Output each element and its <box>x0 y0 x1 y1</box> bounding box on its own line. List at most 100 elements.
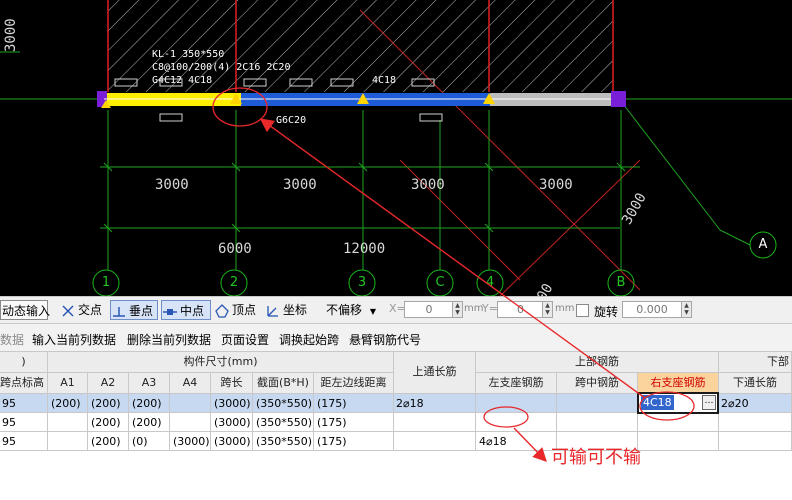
vertex-icon <box>214 303 230 319</box>
rotate-angle-input[interactable]: 0.000 <box>622 301 682 318</box>
vertex-label: 顶点 <box>232 303 257 317</box>
axis-label-1: 1 <box>101 275 111 290</box>
row2-mid-span[interactable] <box>557 413 638 432</box>
header-bottom-rebar-group: 下部 <box>719 352 792 373</box>
row3-elevation[interactable]: 95 <box>0 432 48 451</box>
span-dim-2: 3000 <box>283 177 317 193</box>
beam-label-line-2: C8@100/200(4) 2C16 2C20 <box>152 62 291 73</box>
row2-a3[interactable]: (200) <box>129 413 170 432</box>
row1-offset[interactable]: (175) <box>314 394 394 413</box>
row3-a3[interactable]: (0) <box>129 432 170 451</box>
perpendicular-icon <box>111 304 127 320</box>
row1-a2[interactable]: (200) <box>88 394 129 413</box>
annotation-note: 可输可不输 <box>551 447 641 468</box>
x-coordinate-input[interactable]: 0 <box>404 301 454 318</box>
row1-left-support[interactable] <box>476 394 557 413</box>
intersection-snap-button[interactable]: 交点 <box>60 300 108 320</box>
row2-a2[interactable]: (200) <box>88 413 129 432</box>
row1-a1[interactable]: (200) <box>48 394 88 413</box>
cad-canvas[interactable] <box>0 0 792 296</box>
row3-bottom-through[interactable] <box>719 432 792 451</box>
row1-a3[interactable]: (200) <box>129 394 170 413</box>
rotate-checkbox[interactable] <box>576 304 589 317</box>
offset-select[interactable]: 不偏移 ▼ <box>322 300 382 320</box>
vertex-snap-button[interactable]: 顶点 <box>214 300 262 320</box>
row2-elevation[interactable]: 95 <box>0 413 48 432</box>
row1-elevation[interactable]: 95 <box>0 394 48 413</box>
row2-section[interactable]: (350*550) <box>253 413 314 432</box>
header-top-through-rebar: 上通长筋 <box>394 352 476 394</box>
row2-span[interactable]: (3000) <box>211 413 253 432</box>
dynamic-input-button[interactable]: 动态输入 <box>0 300 50 320</box>
menu-delete-current-column[interactable]: 删除当前列数据 <box>127 331 211 348</box>
header-span-length: 跨长 <box>211 373 253 394</box>
perpendicular-snap-button[interactable]: 垂点 <box>110 300 158 320</box>
row2-a1[interactable] <box>48 413 88 432</box>
y-label: Y= <box>482 302 498 315</box>
menu-input-current-column[interactable]: 输入当前列数据 <box>32 331 116 348</box>
row3-offset[interactable]: (175) <box>314 432 394 451</box>
axis-label-3: 3 <box>357 275 367 290</box>
midpoint-snap-button[interactable]: 中点 <box>161 300 211 320</box>
header-partial-left: ) <box>0 352 48 373</box>
row2-bottom-through[interactable] <box>719 413 792 432</box>
row3-a4[interactable]: (3000) <box>170 432 211 451</box>
offset-select-value: 不偏移 <box>326 303 363 317</box>
row1-section[interactable]: (350*550) <box>253 394 314 413</box>
row2-left-support[interactable] <box>476 413 557 432</box>
header-right-support-rebar: 右支座钢筋 <box>638 373 719 394</box>
axis-label-4: 4 <box>485 275 495 290</box>
row3-section[interactable]: (350*550) <box>253 432 314 451</box>
right-support-rebar-editor[interactable]: 4C18 … <box>637 392 719 414</box>
editor-value[interactable]: 4C18 <box>641 395 674 410</box>
row3-a1[interactable] <box>48 432 88 451</box>
bottom-rebar-tag: G6C20 <box>276 115 307 126</box>
column-right <box>611 91 626 107</box>
beam-label-line-1: KL-1 350*550 <box>152 49 225 60</box>
rotate-spinner[interactable]: ▲ ▼ <box>681 301 692 318</box>
header-component-size: 构件尺寸(mm) <box>48 352 394 373</box>
coordinate-label: 坐标 <box>283 303 308 317</box>
x-unit: mm <box>464 303 484 314</box>
row1-bottom-through[interactable]: 2⌀20 <box>719 394 792 413</box>
y-coordinate-input[interactable]: 0 <box>497 301 544 318</box>
row1-top-through[interactable]: 2⌀18 <box>394 394 476 413</box>
header-a3: A3 <box>129 373 170 394</box>
total-dim-2: 12000 <box>343 241 386 257</box>
row1-mid-span[interactable] <box>557 394 638 413</box>
y-spinner[interactable]: ▲ ▼ <box>542 301 553 318</box>
midpoint-icon <box>162 304 178 320</box>
row3-span[interactable]: (3000) <box>211 432 253 451</box>
chevron-down-icon: ▼ <box>369 307 376 316</box>
ellipsis-button[interactable]: … <box>702 395 716 410</box>
row2-right-support[interactable] <box>638 413 719 432</box>
row3-a2[interactable]: (200) <box>88 432 129 451</box>
x-spinner[interactable]: ▲ ▼ <box>452 301 463 318</box>
header-elevation: 跨点标高 <box>0 373 48 394</box>
menu-page-setup[interactable]: 页面设置 <box>221 331 269 348</box>
beam-label-line-3: G4C12 4C18 <box>152 75 213 86</box>
menu-cantilever-rebar-code[interactable]: 悬臂钢筋代号 <box>349 331 421 348</box>
total-dim-1: 6000 <box>218 241 252 257</box>
row3-left-support[interactable]: 4⌀18 <box>476 432 557 451</box>
menu-data[interactable]: 数据 <box>0 331 24 348</box>
header-top-rebar-group: 上部钢筋 <box>476 352 719 373</box>
y-unit: mm <box>555 303 575 314</box>
grid-menu-bar: 数据 输入当前列数据 删除当前列数据 页面设置 调换起始跨 悬臂钢筋代号 <box>0 324 792 352</box>
row2-offset[interactable]: (175) <box>314 413 394 432</box>
intersection-label: 交点 <box>78 303 103 317</box>
menu-swap-start-span[interactable]: 调换起始跨 <box>279 331 339 348</box>
cad-drawing-area[interactable]: 3000 KL-1 350*550 C8@100/200(4) 2C16 2C2… <box>0 0 792 296</box>
header-left-support-rebar: 左支座钢筋 <box>476 373 557 394</box>
span-dim-4: 3000 <box>539 177 573 193</box>
row3-right-support[interactable] <box>638 432 719 451</box>
row3-top-through[interactable] <box>394 432 476 451</box>
header-a4: A4 <box>170 373 211 394</box>
top-rebar-tag: 4C18 <box>372 75 397 86</box>
row1-span[interactable]: (3000) <box>211 394 253 413</box>
coordinate-snap-button[interactable]: 坐标 <box>265 300 315 320</box>
perpendicular-label: 垂点 <box>129 304 154 318</box>
row1-a4[interactable] <box>170 394 211 413</box>
row2-a4[interactable] <box>170 413 211 432</box>
row2-top-through[interactable] <box>394 413 476 432</box>
